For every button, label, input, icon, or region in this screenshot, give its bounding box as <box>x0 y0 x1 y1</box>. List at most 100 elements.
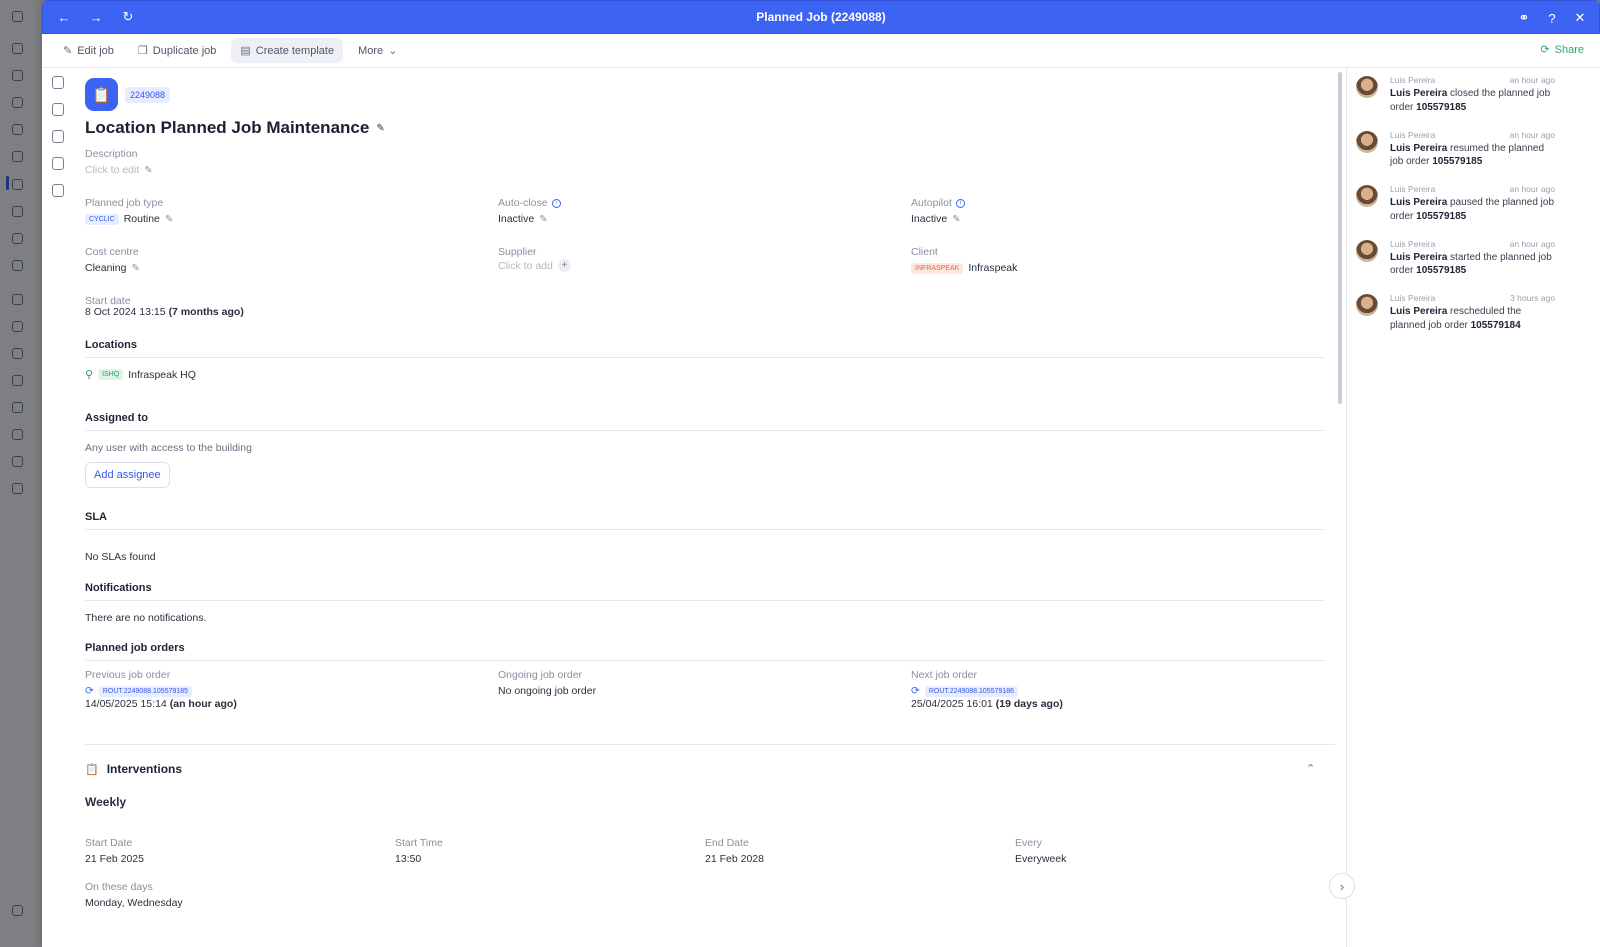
pencil-icon: ✎ <box>144 164 153 176</box>
previous-order-code: ROUT.2249088.105579185 <box>98 685 193 697</box>
recurring-icon: ⟳ <box>911 685 920 697</box>
link-icon[interactable]: ⚭ <box>1515 9 1533 27</box>
close-icon[interactable]: ✕ <box>1571 9 1589 27</box>
ongoing-order-label: Ongoing job order <box>498 669 583 681</box>
activity-actor: Luis Pereira <box>1390 88 1448 99</box>
previous-order-link[interactable]: ⟳ ROUT.2249088.105579185 <box>85 685 193 697</box>
add-icon[interactable]: + <box>557 259 571 272</box>
every-value: Everyweek <box>1015 853 1067 865</box>
pencil-icon: ✎ <box>164 213 174 225</box>
supplier-placeholder: Click to add <box>498 259 553 272</box>
job-id-badge: 2249088 <box>125 87 171 103</box>
previous-order-label: Previous job order <box>85 669 171 681</box>
autopilot-field[interactable]: Inactive ✎ <box>911 213 961 225</box>
activity-ref[interactable]: 105579185 <box>1432 156 1482 167</box>
activity-ref[interactable]: 105579185 <box>1416 265 1466 276</box>
orders-section: Planned job orders <box>85 642 1325 661</box>
autopilot-label: Autopilot <box>911 197 952 209</box>
cost-centre-label: Cost centre <box>85 246 139 258</box>
avatar <box>1356 294 1378 316</box>
help-icon[interactable]: ? <box>1543 9 1561 27</box>
chevron-right-icon[interactable]: › <box>1329 873 1355 899</box>
share-button[interactable]: ⟳ Share <box>1540 43 1584 57</box>
clipboard-section-icon[interactable] <box>52 103 64 116</box>
info-icon[interactable]: i <box>955 198 965 208</box>
add-assignee-button[interactable]: Add assignee <box>85 462 170 488</box>
cyclic-badge: CYCLIC <box>85 213 119 225</box>
more-dropdown[interactable]: More ⌄ <box>349 38 406 63</box>
autopilot-value: Inactive <box>911 213 948 225</box>
description-placeholder: Click to edit <box>85 164 140 176</box>
duplicate-job-button[interactable]: ❐ Duplicate job <box>129 38 225 63</box>
start-time-value: 13:50 <box>395 853 422 865</box>
start-time-label: Start Time <box>395 837 443 849</box>
chevron-up-icon[interactable]: ⌃ <box>1306 762 1315 775</box>
previous-order-date-row: 14/05/2025 15:14 (an hour ago) <box>85 698 237 710</box>
supplier-field[interactable]: Click to add + <box>498 259 571 272</box>
action-toolbar: ✎ Edit job ❐ Duplicate job ▤ Create temp… <box>42 34 1600 68</box>
client-field[interactable]: INFRASPEAK Infraspeak <box>911 262 1017 274</box>
store-section-icon[interactable] <box>52 157 64 170</box>
activity-ref[interactable]: 105579185 <box>1416 102 1466 113</box>
orders-header: Planned job orders <box>85 642 1325 661</box>
cost-centre-value: Cleaning <box>85 262 127 274</box>
copy-icon: ❐ <box>137 45 148 57</box>
clipboard-icon: 📋 <box>85 78 118 111</box>
back-arrow-icon[interactable]: ← <box>55 8 73 26</box>
refresh-icon[interactable]: ↻ <box>119 8 137 26</box>
interventions-header-row[interactable]: 📋 Interventions <box>85 762 182 776</box>
avatar <box>1356 76 1378 98</box>
document-section-icon[interactable] <box>52 130 64 143</box>
location-name: Infraspeak HQ <box>128 368 196 381</box>
next-order-label: Next job order <box>911 669 977 681</box>
description-field[interactable]: Click to edit ✎ <box>85 164 153 176</box>
interventions-header: Interventions <box>106 762 183 776</box>
activity-time: an hour ago <box>1509 75 1555 85</box>
share-icon: ⟳ <box>1540 44 1550 56</box>
activity-actor: Luis Pereira <box>1390 306 1448 317</box>
sla-section: SLA No SLAs found <box>85 511 1325 563</box>
activity-user: Luis Pereira <box>1390 75 1436 85</box>
section-divider <box>85 744 1335 745</box>
avatar <box>1356 239 1378 262</box>
pencil-icon: ✎ <box>131 262 140 274</box>
info-section-icon[interactable] <box>52 76 64 89</box>
edit-job-button[interactable]: ✎ Edit job <box>54 38 123 63</box>
activity-item: Luis Pereira an hour ago Luis Pereira st… <box>1354 236 1555 291</box>
info-icon[interactable]: i <box>551 198 561 208</box>
forward-arrow-icon[interactable]: → <box>87 8 105 26</box>
location-item[interactable]: ⚲ ISHQ Infraspeak HQ <box>85 368 1325 382</box>
supplier-label: Supplier <box>498 246 537 258</box>
start-date-relative: (7 months ago) <box>168 306 244 318</box>
client-badge: INFRASPEAK <box>911 262 964 274</box>
next-order-date: 25/04/2025 16:01 <box>911 698 993 710</box>
content-scrollbar[interactable] <box>1338 72 1342 404</box>
cost-centre-field[interactable]: Cleaning ✎ <box>85 262 140 274</box>
planned-job-type-field[interactable]: CYCLIC Routine ✎ <box>85 213 173 225</box>
pencil-icon: ✎ <box>539 213 548 225</box>
edit-title-icon[interactable]: ✎ <box>376 123 384 134</box>
start-date-value: 8 Oct 2024 13:15 <box>85 306 166 318</box>
avatar <box>1356 130 1378 153</box>
job-title-text: Location Planned Job Maintenance <box>85 118 370 137</box>
activity-text: Luis Pereira paused the planned job orde… <box>1390 196 1555 223</box>
days-label: On these days <box>85 881 153 893</box>
locations-section: Locations ⚲ ISHQ Infraspeak HQ <box>85 339 1325 381</box>
activity-text: Luis Pereira started the planned job ord… <box>1390 251 1555 278</box>
activity-ref[interactable]: 105579184 <box>1471 320 1521 331</box>
stamp-section-icon[interactable] <box>52 184 64 197</box>
previous-order-date: 14/05/2025 15:14 <box>85 698 167 710</box>
auto-close-field[interactable]: Inactive ✎ <box>498 213 548 225</box>
next-order-link[interactable]: ⟳ ROUT.2249088.105579186 <box>911 685 1019 697</box>
modal-title-bar: ← → ↻ Planned Job (2249088) ⚭ ? ✕ <box>42 0 1600 34</box>
end-date-value: 21 Feb 2028 <box>705 853 764 865</box>
activity-user: Luis Pereira <box>1390 184 1436 194</box>
auto-close-value: Inactive <box>498 213 535 225</box>
edit-job-label: Edit job <box>77 44 114 57</box>
interventions-frequency: Weekly <box>85 795 127 809</box>
page-title[interactable]: Location Planned Job Maintenance ✎ <box>85 118 385 138</box>
activity-ref[interactable]: 105579185 <box>1416 211 1466 222</box>
section-nav <box>52 76 66 197</box>
share-label: Share <box>1554 43 1584 56</box>
create-template-button[interactable]: ▤ Create template <box>231 38 344 63</box>
